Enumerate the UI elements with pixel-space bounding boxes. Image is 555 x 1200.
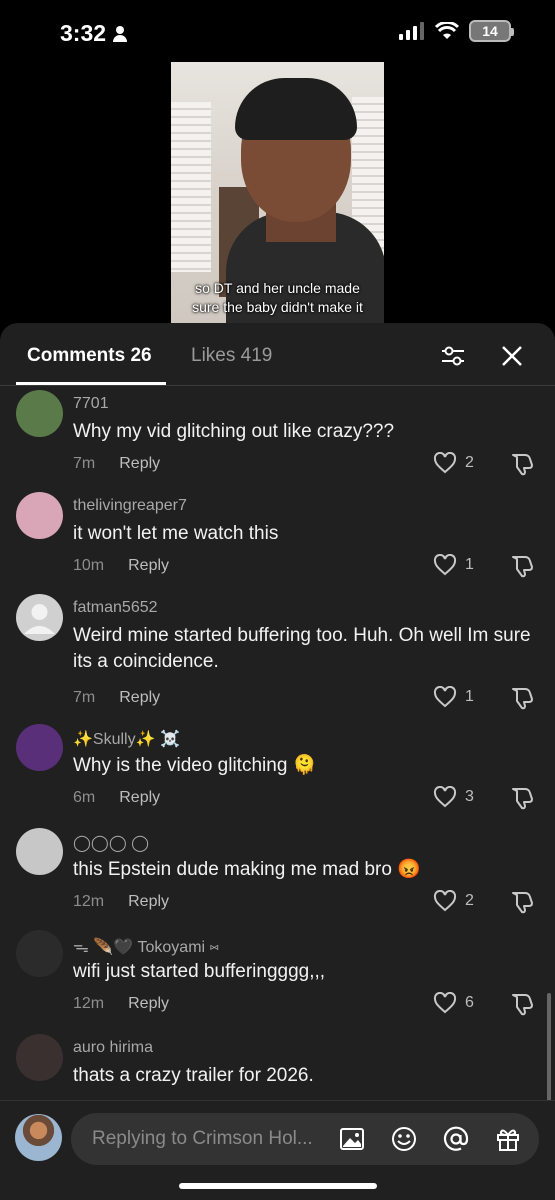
comment-avatar[interactable] [16,930,63,977]
comment-username[interactable]: thelivingreaper7 [73,497,187,515]
comment-time: 10m [73,557,105,574]
reply-button[interactable]: Reply [128,893,169,911]
video-window-left [171,102,211,272]
comment-username[interactable]: ◯◯◯ ◯ [73,833,149,853]
comment-time: 7m [73,689,96,706]
comment-username[interactable]: fatman5652 [73,599,158,617]
dislike-icon[interactable] [510,991,536,1017]
comment-username[interactable]: auro hirima [73,1039,153,1057]
cellular-signal-icon [399,22,424,40]
dislike-icon[interactable] [510,553,536,579]
comment-item[interactable]: ᯓ 🪶🖤 Tokoyami ⑅ wifi just started bufferi… [0,927,555,1027]
comment-input[interactable]: Replying to Crimson Hol... [71,1113,539,1165]
like-count: 1 [465,688,474,705]
heart-icon [433,554,457,576]
comment-time: 7m [73,455,96,472]
like-button[interactable]: 2 [433,890,474,912]
like-count: 1 [465,556,474,573]
comment-item[interactable]: ✨Skully✨ ☠️ Why is the video glitching 🫠 6… [0,721,555,821]
filter-icon[interactable] [440,343,466,369]
comment-input-placeholder: Replying to Crimson Hol... [92,1128,313,1149]
comment-meta: 7m Reply [73,455,160,473]
like-button[interactable]: 6 [433,992,474,1014]
comment-meta: 12m Reply [73,995,169,1013]
comment-avatar[interactable] [16,724,63,771]
status-time: 3:32 [60,20,128,47]
comment-meta: 12m Reply [73,893,169,911]
comment-username[interactable]: 7701 [73,395,109,413]
tab-likes[interactable]: Likes 419 [191,345,272,367]
comment-avatar[interactable] [16,594,63,641]
comment-meta: 10m Reply [73,557,169,575]
comment-username[interactable]: ✨Skully✨ ☠️ [73,729,180,749]
like-count: 2 [465,892,474,909]
comment-meta: 6m Reply [73,789,160,807]
like-button[interactable]: 1 [433,554,474,576]
reply-button[interactable]: Reply [119,455,160,473]
dislike-icon[interactable] [510,685,536,711]
like-count: 2 [465,454,474,471]
default-avatar-icon [24,604,55,634]
status-bar: 3:32 14 [0,0,555,62]
video-player[interactable]: so DT and her uncle made sure the baby d… [171,62,384,326]
like-count: 6 [465,994,474,1011]
emoji-icon[interactable] [391,1126,417,1152]
comment-text: thats a crazy trailer for 2026. [73,1065,314,1086]
comment-item[interactable]: ◯◯◯ ◯ this Epstein dude making me mad bro… [0,825,555,925]
heart-icon [433,452,457,474]
comment-item[interactable]: fatman5652 Weird mine started buffering t… [0,591,555,710]
tab-comments[interactable]: Comments 26 [27,345,152,367]
comment-item[interactable]: 7701 Why my vid glitching out like crazy?… [0,387,555,487]
comments-list[interactable]: 7701 Why my vid glitching out like crazy?… [0,387,555,1100]
comment-text: Why my vid glitching out like crazy??? [73,421,395,442]
battery-icon: 14 [469,20,514,42]
like-button[interactable]: 3 [433,786,474,808]
like-button[interactable]: 1 [433,686,474,708]
comment-time: 12m [73,893,105,910]
comments-tabs: Comments 26 Likes 419 [0,323,555,386]
heart-icon [433,890,457,912]
comment-time: 12m [73,995,105,1012]
heart-icon [433,992,457,1014]
comment-text: wifi just started bufferingggg,,, [73,961,326,982]
mention-icon[interactable] [443,1126,469,1152]
dislike-icon[interactable] [510,889,536,915]
comments-sheet: Comments 26 Likes 419 7701 Why my vid gli… [0,323,555,1200]
comment-username[interactable]: ᯓ 🪶🖤 Tokoyami ⑅ [73,935,219,957]
person-icon [113,25,128,42]
dislike-icon[interactable] [510,451,536,477]
comment-avatar[interactable] [16,492,63,539]
reply-button[interactable]: Reply [119,689,160,707]
reply-button[interactable]: Reply [128,557,169,575]
comment-avatar[interactable] [16,1034,63,1081]
comment-text: it won't let me watch this [73,523,279,544]
heart-icon [433,686,457,708]
comment-meta: 7m Reply [73,689,160,707]
image-icon[interactable] [339,1126,365,1152]
reply-button[interactable]: Reply [128,995,169,1013]
close-icon[interactable] [499,343,525,369]
video-caption: so DT and her uncle made sure the baby d… [192,280,363,315]
gift-icon[interactable] [495,1126,521,1152]
my-avatar [15,1114,62,1161]
comment-item[interactable]: auro hirima thats a crazy trailer for 202… [0,1031,555,1100]
comment-item[interactable]: thelivingreaper7 it won't let me watch th… [0,489,555,589]
reply-button[interactable]: Reply [119,789,160,807]
heart-icon [433,786,457,808]
dislike-icon[interactable] [510,785,536,811]
comment-text: Why is the video glitching 🫠 [73,755,317,776]
video-person-beanie [235,78,357,140]
active-tab-indicator [16,382,166,385]
comment-text: this Epstein dude making me mad bro 😡 [73,859,421,880]
wifi-icon [435,22,459,39]
comment-text: Weird mine started buffering too. Huh. O… [73,625,531,672]
status-icons: 14 [399,20,514,42]
comment-avatar[interactable] [16,828,63,875]
comment-time: 6m [73,789,96,806]
comment-avatar[interactable] [16,390,63,437]
home-indicator[interactable] [179,1183,377,1189]
like-count: 3 [465,788,474,805]
like-button[interactable]: 2 [433,452,474,474]
